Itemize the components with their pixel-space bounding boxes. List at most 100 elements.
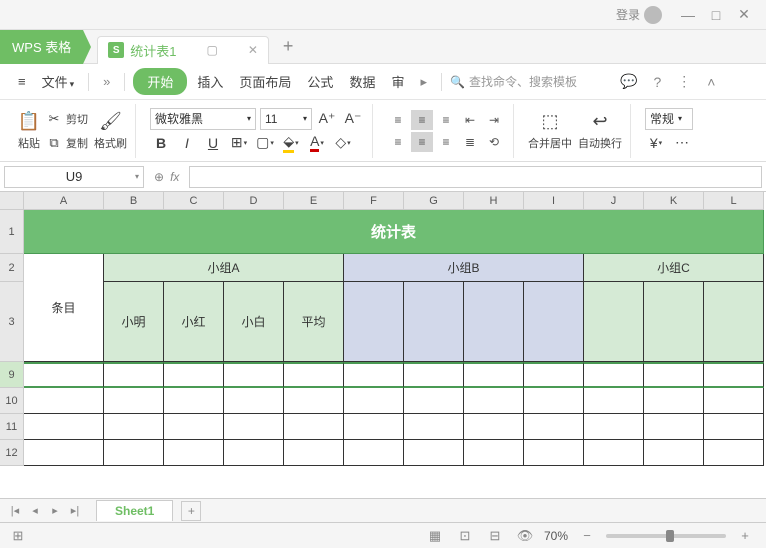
- cell[interactable]: [284, 362, 344, 388]
- row-header[interactable]: 10: [0, 388, 24, 414]
- cell[interactable]: [104, 440, 164, 466]
- col-header[interactable]: L: [704, 192, 764, 210]
- row-header[interactable]: 2: [0, 254, 24, 282]
- trace-icon[interactable]: ⊕: [154, 170, 164, 184]
- cell[interactable]: [644, 282, 704, 362]
- row-header[interactable]: 11: [0, 414, 24, 440]
- present-icon[interactable]: ▢: [206, 43, 217, 57]
- new-tab-button[interactable]: +: [283, 36, 294, 57]
- cell[interactable]: [584, 282, 644, 362]
- select-all-corner[interactable]: [0, 192, 24, 210]
- align-left-button[interactable]: ≡: [387, 132, 409, 152]
- increase-font-button[interactable]: A⁺: [316, 108, 338, 130]
- menu-review[interactable]: 审: [385, 68, 410, 95]
- cell[interactable]: [24, 414, 104, 440]
- cell-style-button[interactable]: ▢▾: [254, 132, 276, 154]
- cell[interactable]: [584, 362, 644, 388]
- col-header[interactable]: C: [164, 192, 224, 210]
- col-header[interactable]: G: [404, 192, 464, 210]
- font-name-select[interactable]: 微软雅黑▾: [150, 108, 256, 130]
- search-box[interactable]: 🔍 查找命令、搜索模板: [450, 73, 610, 90]
- row-header[interactable]: 12: [0, 440, 24, 466]
- cell[interactable]: [24, 362, 104, 388]
- close-tab-icon[interactable]: ✕: [248, 43, 258, 57]
- align-middle-button[interactable]: ≡: [411, 110, 433, 130]
- cell[interactable]: [464, 388, 524, 414]
- cell[interactable]: [704, 414, 764, 440]
- col-header[interactable]: K: [644, 192, 704, 210]
- row-header[interactable]: 3: [0, 282, 24, 362]
- align-center-button[interactable]: ≡: [411, 132, 433, 152]
- col-header[interactable]: H: [464, 192, 524, 210]
- font-color-button[interactable]: A▾: [306, 132, 328, 154]
- col-header[interactable]: D: [224, 192, 284, 210]
- cell[interactable]: [164, 362, 224, 388]
- cell[interactable]: [464, 414, 524, 440]
- menu-more-left[interactable]: »: [97, 70, 116, 93]
- number-format-select[interactable]: 常规▾: [645, 108, 693, 130]
- cell[interactable]: [644, 388, 704, 414]
- cell[interactable]: [24, 388, 104, 414]
- cell[interactable]: [344, 362, 404, 388]
- cell[interactable]: [404, 282, 464, 362]
- italic-button[interactable]: I: [176, 132, 198, 154]
- cell[interactable]: 小明: [104, 282, 164, 362]
- spreadsheet-grid[interactable]: ABCDEFGHIJKL 1239101112 统计表条目小组A小组B小组C小明…: [0, 192, 766, 498]
- orientation-button[interactable]: ⟲: [483, 132, 505, 152]
- cell[interactable]: [704, 282, 764, 362]
- cell[interactable]: [644, 440, 704, 466]
- cell[interactable]: [404, 388, 464, 414]
- row-header[interactable]: 1: [0, 210, 24, 254]
- maximize-button[interactable]: □: [702, 5, 730, 25]
- col-header[interactable]: I: [524, 192, 584, 210]
- cell[interactable]: [524, 362, 584, 388]
- menu-layout[interactable]: 页面布局: [233, 68, 297, 95]
- cell[interactable]: 小白: [224, 282, 284, 362]
- indent-inc-button[interactable]: ⇥: [483, 110, 505, 130]
- clear-format-button[interactable]: ◇▾: [332, 132, 354, 154]
- login-label[interactable]: 登录: [616, 6, 640, 23]
- cell[interactable]: [524, 282, 584, 362]
- border-button[interactable]: ⊞▾: [228, 132, 250, 154]
- menu-start[interactable]: 开始: [133, 68, 187, 95]
- sheet-next-button[interactable]: ▸: [46, 502, 64, 520]
- cell[interactable]: [584, 440, 644, 466]
- cell[interactable]: [704, 440, 764, 466]
- align-right-button[interactable]: ≡: [435, 132, 457, 152]
- view-read-button[interactable]: 👁: [514, 527, 536, 545]
- view-preview-button[interactable]: ⊟: [484, 527, 506, 545]
- cell[interactable]: [404, 440, 464, 466]
- cell[interactable]: [644, 362, 704, 388]
- cell[interactable]: [284, 388, 344, 414]
- align-top-button[interactable]: ≡: [387, 110, 409, 130]
- cell[interactable]: [704, 388, 764, 414]
- collapse-ribbon-icon[interactable]: ˄: [701, 74, 721, 90]
- sheet-first-button[interactable]: |◂: [6, 502, 24, 520]
- menu-data[interactable]: 数据: [343, 68, 381, 95]
- col-header[interactable]: B: [104, 192, 164, 210]
- cell[interactable]: [224, 362, 284, 388]
- cell[interactable]: [584, 414, 644, 440]
- hamburger-icon[interactable]: ≡: [12, 70, 32, 93]
- merge-button[interactable]: ⬚合并居中: [528, 111, 572, 151]
- layout-icon[interactable]: ⊞: [10, 528, 26, 544]
- zoom-in-button[interactable]: +: [734, 527, 756, 545]
- currency-button[interactable]: ¥▾: [645, 132, 667, 154]
- cell[interactable]: [704, 362, 764, 388]
- cell[interactable]: [104, 362, 164, 388]
- cell[interactable]: [404, 362, 464, 388]
- cell[interactable]: [164, 414, 224, 440]
- cell[interactable]: [464, 282, 524, 362]
- cell[interactable]: 条目: [24, 254, 104, 362]
- avatar-icon[interactable]: [644, 6, 662, 24]
- decrease-font-button[interactable]: A⁻: [342, 108, 364, 130]
- cut-button[interactable]: ✂剪切: [46, 108, 88, 130]
- zoom-out-button[interactable]: −: [576, 527, 598, 545]
- indent-dec-button[interactable]: ⇤: [459, 110, 481, 130]
- cell[interactable]: 平均: [284, 282, 344, 362]
- sheet-prev-button[interactable]: ◂: [26, 502, 44, 520]
- cell[interactable]: [344, 282, 404, 362]
- menu-formula[interactable]: 公式: [301, 68, 339, 95]
- add-sheet-button[interactable]: +: [181, 501, 201, 521]
- sheet-tab[interactable]: Sheet1: [96, 500, 173, 521]
